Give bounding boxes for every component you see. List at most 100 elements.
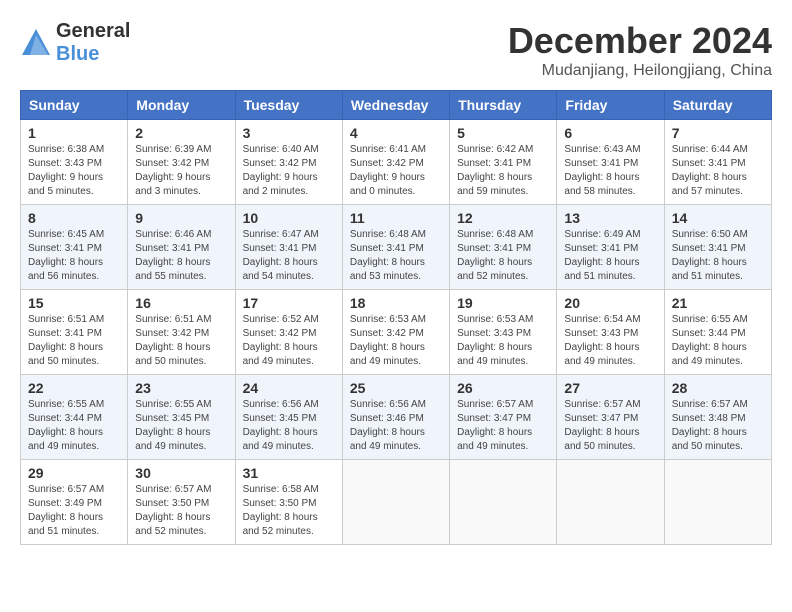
day-info: Sunrise: 6:52 AM Sunset: 3:42 PM Dayligh… (243, 314, 319, 367)
day-info: Sunrise: 6:39 AM Sunset: 3:42 PM Dayligh… (135, 144, 211, 197)
day-info: Sunrise: 6:42 AM Sunset: 3:41 PM Dayligh… (457, 144, 533, 197)
weekday-header-tuesday: Tuesday (235, 91, 342, 120)
day-info: Sunrise: 6:56 AM Sunset: 3:45 PM Dayligh… (243, 399, 319, 452)
calendar-cell: 4 Sunrise: 6:41 AM Sunset: 3:42 PM Dayli… (342, 120, 449, 205)
day-info: Sunrise: 6:46 AM Sunset: 3:41 PM Dayligh… (135, 229, 211, 282)
day-info: Sunrise: 6:53 AM Sunset: 3:42 PM Dayligh… (350, 314, 426, 367)
day-number: 6 (564, 125, 656, 141)
header: General Blue December 2024 Mudanjiang, H… (20, 20, 772, 80)
calendar-cell: 31 Sunrise: 6:58 AM Sunset: 3:50 PM Dayl… (235, 460, 342, 545)
calendar-cell: 15 Sunrise: 6:51 AM Sunset: 3:41 PM Dayl… (21, 290, 128, 375)
day-info: Sunrise: 6:55 AM Sunset: 3:44 PM Dayligh… (672, 314, 748, 367)
day-info: Sunrise: 6:44 AM Sunset: 3:41 PM Dayligh… (672, 144, 748, 197)
calendar-cell: 13 Sunrise: 6:49 AM Sunset: 3:41 PM Dayl… (557, 205, 664, 290)
calendar-cell (342, 460, 449, 545)
day-info: Sunrise: 6:58 AM Sunset: 3:50 PM Dayligh… (243, 484, 319, 537)
day-number: 13 (564, 210, 656, 226)
calendar-cell: 22 Sunrise: 6:55 AM Sunset: 3:44 PM Dayl… (21, 375, 128, 460)
day-info: Sunrise: 6:48 AM Sunset: 3:41 PM Dayligh… (350, 229, 426, 282)
day-number: 18 (350, 295, 442, 311)
calendar-week-2: 8 Sunrise: 6:45 AM Sunset: 3:41 PM Dayli… (21, 205, 772, 290)
weekday-header-friday: Friday (557, 91, 664, 120)
weekday-header-row: SundayMondayTuesdayWednesdayThursdayFrid… (21, 91, 772, 120)
day-number: 21 (672, 295, 764, 311)
day-number: 26 (457, 380, 549, 396)
calendar-week-5: 29 Sunrise: 6:57 AM Sunset: 3:49 PM Dayl… (21, 460, 772, 545)
calendar-cell: 16 Sunrise: 6:51 AM Sunset: 3:42 PM Dayl… (128, 290, 235, 375)
day-number: 10 (243, 210, 335, 226)
calendar-cell: 12 Sunrise: 6:48 AM Sunset: 3:41 PM Dayl… (450, 205, 557, 290)
day-info: Sunrise: 6:40 AM Sunset: 3:42 PM Dayligh… (243, 144, 319, 197)
day-info: Sunrise: 6:53 AM Sunset: 3:43 PM Dayligh… (457, 314, 533, 367)
calendar-cell: 19 Sunrise: 6:53 AM Sunset: 3:43 PM Dayl… (450, 290, 557, 375)
day-number: 31 (243, 465, 335, 481)
day-info: Sunrise: 6:47 AM Sunset: 3:41 PM Dayligh… (243, 229, 319, 282)
day-info: Sunrise: 6:45 AM Sunset: 3:41 PM Dayligh… (28, 229, 104, 282)
location-title: Mudanjiang, Heilongjiang, China (508, 62, 772, 80)
day-info: Sunrise: 6:54 AM Sunset: 3:43 PM Dayligh… (564, 314, 640, 367)
day-info: Sunrise: 6:56 AM Sunset: 3:46 PM Dayligh… (350, 399, 426, 452)
calendar-cell: 21 Sunrise: 6:55 AM Sunset: 3:44 PM Dayl… (664, 290, 771, 375)
calendar-table: SundayMondayTuesdayWednesdayThursdayFrid… (20, 90, 772, 545)
day-number: 7 (672, 125, 764, 141)
day-number: 14 (672, 210, 764, 226)
day-info: Sunrise: 6:55 AM Sunset: 3:45 PM Dayligh… (135, 399, 211, 452)
weekday-header-sunday: Sunday (21, 91, 128, 120)
day-number: 24 (243, 380, 335, 396)
calendar-cell: 7 Sunrise: 6:44 AM Sunset: 3:41 PM Dayli… (664, 120, 771, 205)
logo-blue: Blue (56, 43, 130, 66)
calendar-cell: 10 Sunrise: 6:47 AM Sunset: 3:41 PM Dayl… (235, 205, 342, 290)
day-info: Sunrise: 6:38 AM Sunset: 3:43 PM Dayligh… (28, 144, 104, 197)
day-info: Sunrise: 6:57 AM Sunset: 3:49 PM Dayligh… (28, 484, 104, 537)
day-info: Sunrise: 6:55 AM Sunset: 3:44 PM Dayligh… (28, 399, 104, 452)
day-info: Sunrise: 6:51 AM Sunset: 3:42 PM Dayligh… (135, 314, 211, 367)
day-info: Sunrise: 6:57 AM Sunset: 3:50 PM Dayligh… (135, 484, 211, 537)
calendar-cell: 6 Sunrise: 6:43 AM Sunset: 3:41 PM Dayli… (557, 120, 664, 205)
day-number: 23 (135, 380, 227, 396)
logo-icon (20, 27, 52, 59)
day-number: 17 (243, 295, 335, 311)
day-number: 30 (135, 465, 227, 481)
day-number: 16 (135, 295, 227, 311)
calendar-cell: 5 Sunrise: 6:42 AM Sunset: 3:41 PM Dayli… (450, 120, 557, 205)
day-number: 2 (135, 125, 227, 141)
calendar-week-3: 15 Sunrise: 6:51 AM Sunset: 3:41 PM Dayl… (21, 290, 772, 375)
day-info: Sunrise: 6:57 AM Sunset: 3:47 PM Dayligh… (564, 399, 640, 452)
calendar-cell: 26 Sunrise: 6:57 AM Sunset: 3:47 PM Dayl… (450, 375, 557, 460)
day-number: 3 (243, 125, 335, 141)
logo: General Blue (20, 20, 130, 66)
weekday-header-thursday: Thursday (450, 91, 557, 120)
weekday-header-saturday: Saturday (664, 91, 771, 120)
weekday-header-wednesday: Wednesday (342, 91, 449, 120)
day-number: 5 (457, 125, 549, 141)
calendar-cell: 14 Sunrise: 6:50 AM Sunset: 3:41 PM Dayl… (664, 205, 771, 290)
calendar-cell: 18 Sunrise: 6:53 AM Sunset: 3:42 PM Dayl… (342, 290, 449, 375)
day-number: 1 (28, 125, 120, 141)
day-number: 27 (564, 380, 656, 396)
calendar-cell: 8 Sunrise: 6:45 AM Sunset: 3:41 PM Dayli… (21, 205, 128, 290)
calendar-cell: 29 Sunrise: 6:57 AM Sunset: 3:49 PM Dayl… (21, 460, 128, 545)
calendar-cell: 27 Sunrise: 6:57 AM Sunset: 3:47 PM Dayl… (557, 375, 664, 460)
day-number: 20 (564, 295, 656, 311)
day-info: Sunrise: 6:51 AM Sunset: 3:41 PM Dayligh… (28, 314, 104, 367)
calendar-cell (450, 460, 557, 545)
title-section: December 2024 Mudanjiang, Heilongjiang, … (508, 20, 772, 80)
calendar-cell: 11 Sunrise: 6:48 AM Sunset: 3:41 PM Dayl… (342, 205, 449, 290)
day-number: 4 (350, 125, 442, 141)
day-number: 28 (672, 380, 764, 396)
day-info: Sunrise: 6:50 AM Sunset: 3:41 PM Dayligh… (672, 229, 748, 282)
calendar-cell: 17 Sunrise: 6:52 AM Sunset: 3:42 PM Dayl… (235, 290, 342, 375)
calendar-cell (664, 460, 771, 545)
calendar-cell: 23 Sunrise: 6:55 AM Sunset: 3:45 PM Dayl… (128, 375, 235, 460)
calendar-week-1: 1 Sunrise: 6:38 AM Sunset: 3:43 PM Dayli… (21, 120, 772, 205)
calendar-week-4: 22 Sunrise: 6:55 AM Sunset: 3:44 PM Dayl… (21, 375, 772, 460)
day-info: Sunrise: 6:49 AM Sunset: 3:41 PM Dayligh… (564, 229, 640, 282)
day-number: 29 (28, 465, 120, 481)
day-number: 9 (135, 210, 227, 226)
day-info: Sunrise: 6:41 AM Sunset: 3:42 PM Dayligh… (350, 144, 426, 197)
month-title: December 2024 (508, 20, 772, 62)
calendar-cell: 20 Sunrise: 6:54 AM Sunset: 3:43 PM Dayl… (557, 290, 664, 375)
day-number: 19 (457, 295, 549, 311)
calendar-cell: 9 Sunrise: 6:46 AM Sunset: 3:41 PM Dayli… (128, 205, 235, 290)
calendar-cell: 28 Sunrise: 6:57 AM Sunset: 3:48 PM Dayl… (664, 375, 771, 460)
